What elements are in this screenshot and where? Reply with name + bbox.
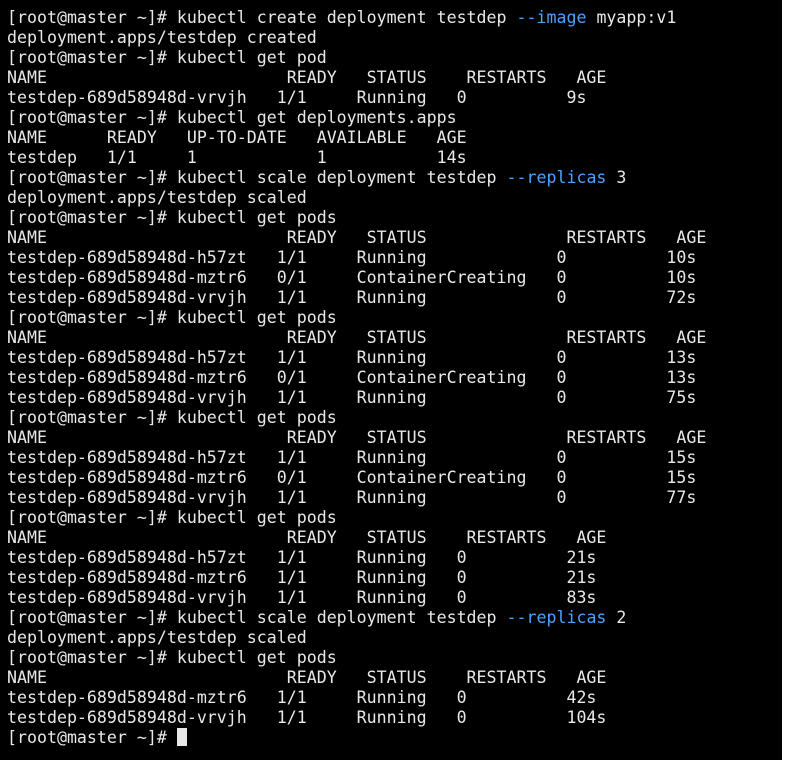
terminal-prompt-line[interactable]: [root@master ~]# <box>7 728 706 748</box>
command-flag: --replicas <box>506 608 607 627</box>
line-text: testdep-689d58948d-vrvjh 1/1 Running 0 7… <box>7 488 697 507</box>
line-text: NAME READY UP-TO-DATE AVAILABLE AGE <box>7 128 467 147</box>
command-line: [root@master ~]# kubectl create deployme… <box>7 8 706 28</box>
output-line: NAME READY STATUS RESTARTS AGE <box>7 428 706 448</box>
line-text: [root@master ~]# kubectl create deployme… <box>7 8 517 27</box>
line-text: testdep-689d58948d-mztr6 0/1 ContainerCr… <box>7 268 697 287</box>
output-line: testdep-689d58948d-mztr6 1/1 Running 0 4… <box>7 688 706 708</box>
command-line: [root@master ~]# kubectl scale deploymen… <box>7 168 706 188</box>
line-text: testdep-689d58948d-mztr6 1/1 Running 0 2… <box>7 568 597 587</box>
line-text: testdep-689d58948d-vrvjh 1/1 Running 0 9… <box>7 88 587 107</box>
command-line: [root@master ~]# kubectl get pods <box>7 308 706 328</box>
line-text: NAME READY STATUS RESTARTS AGE <box>7 668 607 687</box>
line-text: [root@master ~]# kubectl get pod <box>7 48 327 67</box>
command-line: [root@master ~]# kubectl get pod <box>7 48 706 68</box>
output-line: testdep-689d58948d-vrvjh 1/1 Running 0 8… <box>7 588 706 608</box>
line-text: NAME READY STATUS RESTARTS AGE <box>7 228 707 247</box>
command-flag: --image <box>516 8 587 27</box>
output-line: testdep-689d58948d-h57zt 1/1 Running 0 1… <box>7 448 706 468</box>
output-line: NAME READY STATUS RESTARTS AGE <box>7 68 706 88</box>
line-text: testdep-689d58948d-h57zt 1/1 Running 0 1… <box>7 248 697 267</box>
output-line: testdep-689d58948d-mztr6 0/1 ContainerCr… <box>7 368 706 388</box>
line-text: myapp:v1 <box>586 8 677 27</box>
line-text: [root@master ~]# kubectl scale deploymen… <box>7 168 507 187</box>
command-line: [root@master ~]# kubectl scale deploymen… <box>7 608 706 628</box>
line-text: [root@master ~]# kubectl get pods <box>7 308 337 327</box>
output-line: testdep-689d58948d-vrvjh 1/1 Running 0 1… <box>7 708 706 728</box>
line-text: testdep-689d58948d-mztr6 1/1 Running 0 4… <box>7 688 597 707</box>
line-text: deployment.apps/testdep scaled <box>7 188 307 207</box>
output-line: testdep-689d58948d-h57zt 1/1 Running 0 1… <box>7 248 706 268</box>
output-line: NAME READY STATUS RESTARTS AGE <box>7 668 706 688</box>
command-line: [root@master ~]# kubectl get pods <box>7 508 706 528</box>
output-line: testdep-689d58948d-mztr6 0/1 ContainerCr… <box>7 468 706 488</box>
output-line: NAME READY STATUS RESTARTS AGE <box>7 228 706 248</box>
output-line: NAME READY STATUS RESTARTS AGE <box>7 328 706 348</box>
line-text: testdep-689d58948d-mztr6 0/1 ContainerCr… <box>7 468 697 487</box>
line-text: NAME READY STATUS RESTARTS AGE <box>7 428 707 447</box>
output-line: NAME READY STATUS RESTARTS AGE <box>7 528 706 548</box>
line-text: 3 <box>606 168 627 187</box>
output-line: testdep 1/1 1 1 14s <box>7 148 706 168</box>
line-text: NAME READY STATUS RESTARTS AGE <box>7 68 607 87</box>
command-flag: --replicas <box>506 168 607 187</box>
output-line: deployment.apps/testdep created <box>7 28 706 48</box>
terminal-window[interactable]: [root@master ~]# kubectl create deployme… <box>0 0 788 766</box>
line-text: testdep-689d58948d-vrvjh 1/1 Running 0 1… <box>7 708 607 727</box>
line-text: testdep-689d58948d-h57zt 1/1 Running 0 1… <box>7 448 697 467</box>
line-text: testdep-689d58948d-h57zt 1/1 Running 0 1… <box>7 348 697 367</box>
output-line: testdep-689d58948d-vrvjh 1/1 Running 0 7… <box>7 288 706 308</box>
command-line: [root@master ~]# kubectl get pods <box>7 208 706 228</box>
line-text: deployment.apps/testdep created <box>7 28 317 47</box>
command-line: [root@master ~]# kubectl get deployments… <box>7 108 706 128</box>
output-line: testdep-689d58948d-vrvjh 1/1 Running 0 9… <box>7 88 706 108</box>
line-text: testdep-689d58948d-h57zt 1/1 Running 0 2… <box>7 548 597 567</box>
line-text: 2 <box>606 608 627 627</box>
output-line: testdep-689d58948d-mztr6 1/1 Running 0 2… <box>7 568 706 588</box>
line-text: [root@master ~]# kubectl scale deploymen… <box>7 608 507 627</box>
line-text: [root@master ~]# kubectl get deployments… <box>7 108 457 127</box>
output-line: testdep-689d58948d-mztr6 0/1 ContainerCr… <box>7 268 706 288</box>
cursor-block-icon <box>176 728 187 746</box>
line-text: NAME READY STATUS RESTARTS AGE <box>7 528 607 547</box>
line-text: NAME READY STATUS RESTARTS AGE <box>7 328 707 347</box>
line-text: [root@master ~]# kubectl get pods <box>7 208 337 227</box>
output-line: deployment.apps/testdep scaled <box>7 628 706 648</box>
prompt-text: [root@master ~]# <box>7 728 177 747</box>
line-text: [root@master ~]# kubectl get pods <box>7 408 337 427</box>
output-line: NAME READY UP-TO-DATE AVAILABLE AGE <box>7 128 706 148</box>
line-text: [root@master ~]# kubectl get pods <box>7 648 337 667</box>
output-line: deployment.apps/testdep scaled <box>7 188 706 208</box>
line-text: testdep-689d58948d-mztr6 0/1 ContainerCr… <box>7 368 697 387</box>
line-text: testdep-689d58948d-vrvjh 1/1 Running 0 7… <box>7 388 697 407</box>
line-text: testdep-689d58948d-vrvjh 1/1 Running 0 7… <box>7 288 697 307</box>
line-text: [root@master ~]# kubectl get pods <box>7 508 337 527</box>
output-line: testdep-689d58948d-h57zt 1/1 Running 0 1… <box>7 348 706 368</box>
output-line: testdep-689d58948d-h57zt 1/1 Running 0 2… <box>7 548 706 568</box>
line-text: testdep 1/1 1 1 14s <box>7 148 467 167</box>
output-line: testdep-689d58948d-vrvjh 1/1 Running 0 7… <box>7 388 706 408</box>
output-line: testdep-689d58948d-vrvjh 1/1 Running 0 7… <box>7 488 706 508</box>
command-line: [root@master ~]# kubectl get pods <box>7 648 706 668</box>
command-line: [root@master ~]# kubectl get pods <box>7 408 706 428</box>
line-text: testdep-689d58948d-vrvjh 1/1 Running 0 8… <box>7 588 597 607</box>
line-text: deployment.apps/testdep scaled <box>7 628 307 647</box>
terminal-output: [root@master ~]# kubectl create deployme… <box>7 8 706 748</box>
